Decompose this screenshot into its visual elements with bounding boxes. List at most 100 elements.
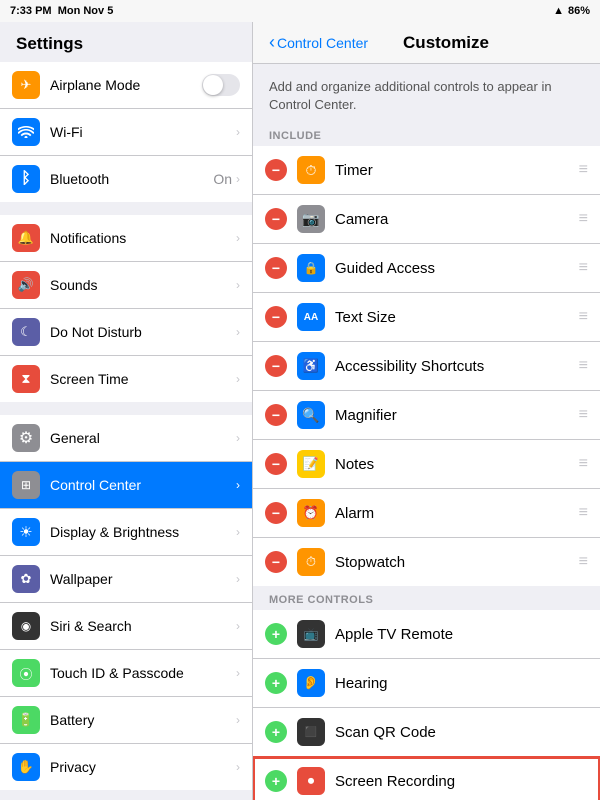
notes-icon: 📝 bbox=[297, 450, 325, 478]
general-chevron: › bbox=[236, 431, 240, 445]
sidebar-item-sounds[interactable]: 🔊 Sounds › bbox=[0, 262, 252, 309]
remove-stopwatch-button[interactable]: − bbox=[265, 551, 287, 573]
back-button[interactable]: ‹ Control Center bbox=[269, 32, 368, 53]
sidebar-item-touchid-label: Touch ID & Passcode bbox=[50, 665, 232, 681]
guidedaccess-label: Guided Access bbox=[335, 260, 573, 277]
stopwatch-drag-handle[interactable]: ≡ bbox=[579, 553, 588, 571]
sidebar-item-wallpaper-label: Wallpaper bbox=[50, 571, 232, 587]
scanqrcode-icon: ⬛ bbox=[297, 718, 325, 746]
guidedaccess-icon: 🔒 bbox=[297, 254, 325, 282]
more-item-scanqrcode[interactable]: + ⬛ Scan QR Code bbox=[253, 708, 600, 757]
include-item-textsize[interactable]: − AA Text Size ≡ bbox=[253, 293, 600, 342]
camera-icon: 📷 bbox=[297, 205, 325, 233]
detail-description: Add and organize additional controls to … bbox=[253, 64, 600, 124]
status-bar: 7:33 PM Mon Nov 5 ▲ 86% bbox=[0, 0, 600, 22]
sidebar-item-bluetooth[interactable]: ᛒ Bluetooth On › bbox=[0, 156, 252, 202]
remove-guidedaccess-button[interactable]: − bbox=[265, 257, 287, 279]
airplane-toggle[interactable] bbox=[202, 74, 240, 96]
back-chevron-icon: ‹ bbox=[269, 32, 275, 53]
sidebar-item-donotdisturb[interactable]: ☾ Do Not Disturb › bbox=[0, 309, 252, 356]
more-item-hearing[interactable]: + 👂 Hearing bbox=[253, 659, 600, 708]
sidebar-item-privacy[interactable]: ✋ Privacy › bbox=[0, 744, 252, 790]
appletvremote-icon: 📺 bbox=[297, 620, 325, 648]
hearing-label: Hearing bbox=[335, 675, 588, 692]
privacy-chevron: › bbox=[236, 760, 240, 774]
sidebar-item-touchid[interactable]: ⦿ Touch ID & Passcode › bbox=[0, 650, 252, 697]
remove-notes-button[interactable]: − bbox=[265, 453, 287, 475]
include-item-guidedaccess[interactable]: − 🔒 Guided Access ≡ bbox=[253, 244, 600, 293]
sidebar-item-controlcenter-label: Control Center bbox=[50, 477, 232, 493]
sidebar-item-displaybrightness-label: Display & Brightness bbox=[50, 524, 232, 540]
controlcenter-icon: ⊞ bbox=[12, 471, 40, 499]
sidebar-item-controlcenter[interactable]: ⊞ Control Center › bbox=[0, 462, 252, 509]
include-item-camera[interactable]: − 📷 Camera ≡ bbox=[253, 195, 600, 244]
battery-chevron: › bbox=[236, 713, 240, 727]
textsize-drag-handle[interactable]: ≡ bbox=[579, 308, 588, 326]
wallpaper-icon: ✿ bbox=[12, 565, 40, 593]
timer-icon: ⏱ bbox=[297, 156, 325, 184]
include-item-alarm[interactable]: − ⏰ Alarm ≡ bbox=[253, 489, 600, 538]
sidebar-group-connectivity: ✈ Airplane Mode Wi-Fi › ᛒ Bluetooth On › bbox=[0, 62, 252, 202]
sidebar-item-notifications[interactable]: 🔔 Notifications › bbox=[0, 215, 252, 262]
magnifier-label: Magnifier bbox=[335, 407, 573, 424]
sirisearch-icon: ◉ bbox=[12, 612, 40, 640]
camera-drag-handle[interactable]: ≡ bbox=[579, 210, 588, 228]
more-item-appletvremote[interactable]: + 📺 Apple TV Remote bbox=[253, 610, 600, 659]
stopwatch-label: Stopwatch bbox=[335, 554, 573, 571]
include-item-notes[interactable]: − 📝 Notes ≡ bbox=[253, 440, 600, 489]
camera-label: Camera bbox=[335, 211, 573, 228]
remove-alarm-button[interactable]: − bbox=[265, 502, 287, 524]
guidedaccess-drag-handle[interactable]: ≡ bbox=[579, 259, 588, 277]
accessibility-label: Accessibility Shortcuts bbox=[335, 358, 573, 375]
add-screenrecording-button[interactable]: + bbox=[265, 770, 287, 792]
textsize-label: Text Size bbox=[335, 309, 573, 326]
sidebar-item-displaybrightness[interactable]: ☀ Display & Brightness › bbox=[0, 509, 252, 556]
timer-drag-handle[interactable]: ≡ bbox=[579, 161, 588, 179]
stopwatch-icon: ⏱ bbox=[297, 548, 325, 576]
bluetooth-chevron: › bbox=[236, 172, 240, 186]
donotdisturb-chevron: › bbox=[236, 325, 240, 339]
sounds-chevron: › bbox=[236, 278, 240, 292]
add-hearing-button[interactable]: + bbox=[265, 672, 287, 694]
include-item-stopwatch[interactable]: − ⏱ Stopwatch ≡ bbox=[253, 538, 600, 586]
remove-accessibility-button[interactable]: − bbox=[265, 355, 287, 377]
back-label[interactable]: Control Center bbox=[277, 35, 368, 51]
sidebar-item-screentime[interactable]: ⧗ Screen Time › bbox=[0, 356, 252, 402]
sidebar-item-sirisearch[interactable]: ◉ Siri & Search › bbox=[0, 603, 252, 650]
sidebar-item-airplane[interactable]: ✈ Airplane Mode bbox=[0, 62, 252, 109]
include-item-timer[interactable]: − ⏱ Timer ≡ bbox=[253, 146, 600, 195]
sidebar-item-battery[interactable]: 🔋 Battery › bbox=[0, 697, 252, 744]
accessibility-drag-handle[interactable]: ≡ bbox=[579, 357, 588, 375]
sidebar-item-screentime-label: Screen Time bbox=[50, 371, 232, 387]
battery-icon: 🔋 bbox=[12, 706, 40, 734]
sidebar-item-wallpaper[interactable]: ✿ Wallpaper › bbox=[0, 556, 252, 603]
include-item-accessibility[interactable]: − ♿ Accessibility Shortcuts ≡ bbox=[253, 342, 600, 391]
sidebar-item-donotdisturb-label: Do Not Disturb bbox=[50, 324, 232, 340]
add-appletvremote-button[interactable]: + bbox=[265, 623, 287, 645]
screenrecording-icon: ⏺ bbox=[297, 767, 325, 795]
remove-magnifier-button[interactable]: − bbox=[265, 404, 287, 426]
displaybrightness-chevron: › bbox=[236, 525, 240, 539]
more-item-screenrecording[interactable]: + ⏺ Screen Recording bbox=[253, 757, 600, 800]
remove-timer-button[interactable]: − bbox=[265, 159, 287, 181]
notes-drag-handle[interactable]: ≡ bbox=[579, 455, 588, 473]
sidebar-group-settings: ⚙ General › ⊞ Control Center › ☀ Display… bbox=[0, 415, 252, 790]
magnifier-drag-handle[interactable]: ≡ bbox=[579, 406, 588, 424]
sidebar-item-wifi[interactable]: Wi-Fi › bbox=[0, 109, 252, 156]
sidebar: Settings ✈ Airplane Mode Wi-Fi › ᛒ Bluet… bbox=[0, 22, 253, 800]
include-section-header: INCLUDE bbox=[253, 124, 600, 146]
controlcenter-chevron: › bbox=[236, 478, 240, 492]
bluetooth-icon: ᛒ bbox=[12, 165, 40, 193]
touchid-chevron: › bbox=[236, 666, 240, 680]
alarm-drag-handle[interactable]: ≡ bbox=[579, 504, 588, 522]
sidebar-item-sounds-label: Sounds bbox=[50, 277, 232, 293]
remove-textsize-button[interactable]: − bbox=[265, 306, 287, 328]
include-item-magnifier[interactable]: − 🔍 Magnifier ≡ bbox=[253, 391, 600, 440]
sidebar-item-general[interactable]: ⚙ General › bbox=[0, 415, 252, 462]
general-icon: ⚙ bbox=[12, 424, 40, 452]
remove-camera-button[interactable]: − bbox=[265, 208, 287, 230]
status-time: 7:33 PM Mon Nov 5 bbox=[10, 5, 113, 17]
alarm-icon: ⏰ bbox=[297, 499, 325, 527]
add-scanqrcode-button[interactable]: + bbox=[265, 721, 287, 743]
wifi-icon bbox=[12, 118, 40, 146]
